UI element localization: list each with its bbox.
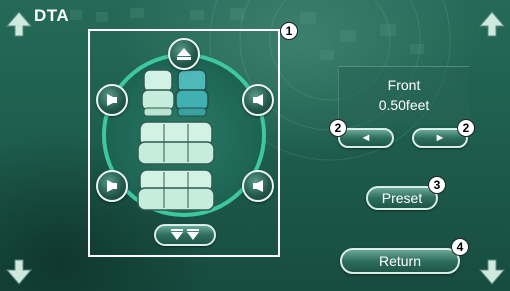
position-location: Front	[387, 77, 421, 93]
callout-1: 1	[280, 22, 298, 40]
dta-screen: DTA Front 0.50feet ◄ ► Preset Return 1 2…	[0, 0, 510, 291]
speaker-left-icon	[107, 94, 117, 106]
speaker-left-rear-button[interactable]	[96, 170, 128, 202]
left-arrow-icon: ◄	[360, 132, 372, 144]
move-forward-button[interactable]	[168, 38, 200, 70]
corner-up-right-icon[interactable]	[478, 10, 506, 40]
triangle-up-icon	[177, 48, 191, 60]
callout-4: 4	[451, 238, 469, 256]
preset-button[interactable]: Preset	[366, 186, 438, 210]
seat-rear-row[interactable]	[137, 169, 215, 211]
callout-2-right: 2	[457, 119, 475, 137]
corner-down-right-icon[interactable]	[478, 256, 506, 286]
corner-down-left-icon[interactable]	[5, 256, 33, 286]
seat-front-right[interactable]	[175, 69, 209, 117]
speaker-right-front-button[interactable]	[242, 84, 274, 116]
move-backward-button[interactable]	[154, 224, 216, 246]
speaker-right-icon	[253, 180, 263, 192]
position-info-panel: Front 0.50feet	[338, 66, 469, 125]
position-distance: 0.50feet	[378, 97, 430, 113]
car-seats	[137, 69, 215, 211]
speaker-left-front-button[interactable]	[96, 84, 128, 116]
speaker-right-icon	[253, 94, 263, 106]
return-button[interactable]: Return	[340, 248, 460, 274]
return-button-label: Return	[378, 253, 422, 269]
preset-button-label: Preset	[381, 190, 423, 206]
corner-up-left-icon[interactable]	[5, 10, 33, 40]
right-arrow-icon: ►	[434, 132, 446, 144]
speaker-right-rear-button[interactable]	[242, 170, 274, 202]
double-triangle-down-icon	[171, 229, 199, 240]
seat-front-left[interactable]	[141, 69, 175, 117]
page-title: DTA	[34, 6, 70, 25]
callout-3: 3	[428, 176, 446, 194]
speaker-left-icon	[107, 180, 117, 192]
seat-middle-row[interactable]	[137, 121, 215, 165]
callout-2-left: 2	[329, 119, 347, 137]
